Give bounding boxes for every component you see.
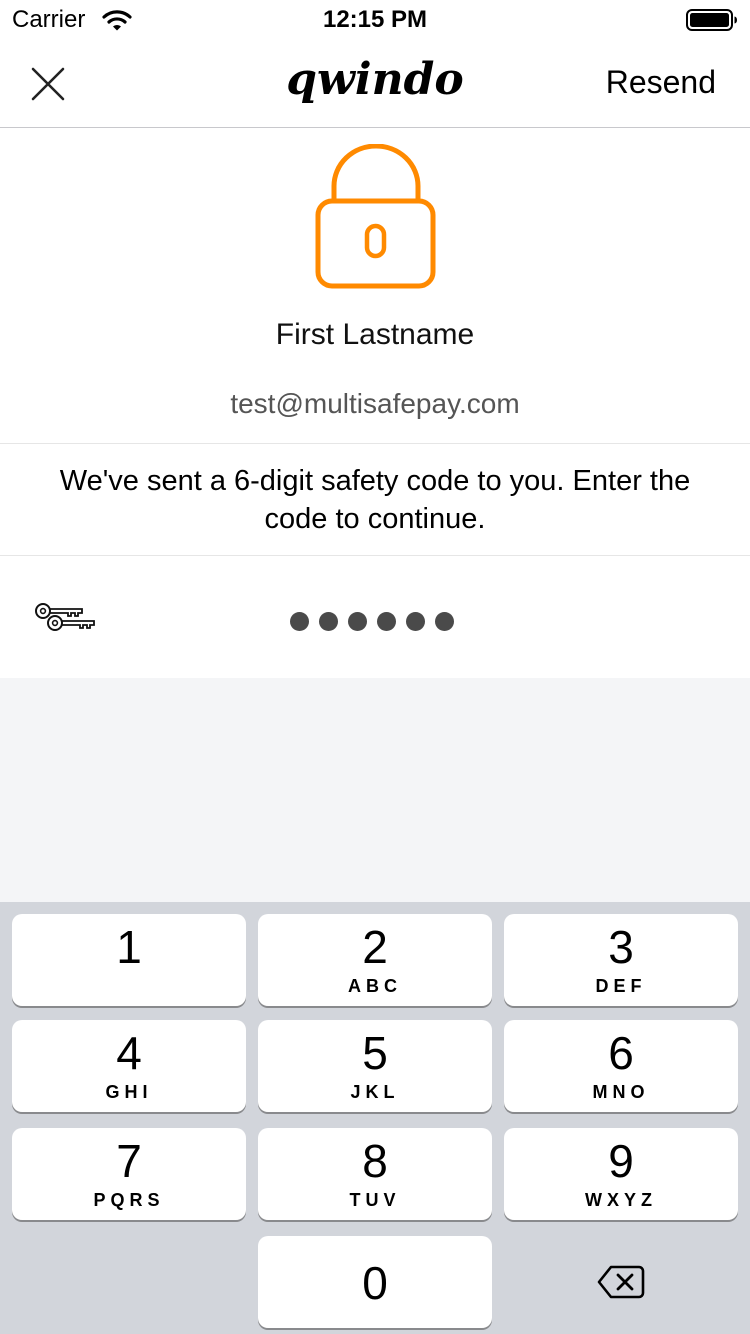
key-digit: 9 [608,1135,634,1187]
key-letters: PQRS [93,1190,165,1210]
key-1[interactable]: 1 [12,914,246,1006]
key-4[interactable]: 4 GHI [12,1020,246,1112]
key-3[interactable]: 3 DEF [504,914,738,1006]
key-letters: DEF [595,976,647,996]
instruction-text: We've sent a 6-digit safety code to you.… [59,465,691,535]
screen: Carrier 12:15 PM qwindo Resend First Las… [0,0,750,1334]
code-digit-dot [319,612,338,631]
code-digit-dot [348,612,367,631]
lock-icon [315,144,436,289]
key-0[interactable]: 0 [258,1236,492,1328]
divider [0,555,750,556]
key-letters: GHI [105,1082,153,1102]
code-digit-dot [406,612,425,631]
key-2[interactable]: 2 ABC [258,914,492,1006]
key-digit: 5 [362,1027,388,1079]
battery-icon [686,9,737,31]
key-digit: 4 [116,1027,142,1079]
key-7[interactable]: 7 PQRS [12,1128,246,1220]
key-digit: 1 [116,921,142,973]
keys-icon [35,603,95,631]
key-digit: 6 [608,1027,634,1079]
key-letters: JKL [350,1082,400,1102]
nav-bar: qwindo Resend [0,40,750,128]
code-digit-dot [377,612,396,631]
key-letters: ABC [348,976,402,996]
resend-button[interactable]: Resend [606,64,716,101]
user-name: First Lastname [275,318,475,351]
code-digit-dot [435,612,454,631]
key-digit: 2 [362,921,388,973]
key-6[interactable]: 6 MNO [504,1020,738,1112]
key-5[interactable]: 5 JKL [258,1020,492,1112]
key-digit: 3 [608,921,634,973]
key-digit: 7 [116,1135,142,1187]
content-spacer [0,678,750,902]
key-9[interactable]: 9 WXYZ [504,1128,738,1220]
key-8[interactable]: 8 TUV [258,1128,492,1220]
code-input[interactable] [290,612,454,631]
divider [0,443,750,444]
key-digit: 0 [362,1257,388,1309]
code-digit-dot [290,612,309,631]
key-letters: TUV [349,1190,401,1210]
key-letters: MNO [592,1082,650,1102]
key-letters: WXYZ [585,1190,657,1210]
numeric-keypad: 1 2 ABC 3 DEF 4 GHI 5 JKL 6 MNO 7 PQRS 8 [0,902,750,1334]
user-email: test@multisafepay.com [230,388,520,419]
backspace-icon [597,1265,645,1299]
status-time: 12:15 PM [322,6,428,33]
key-digit: 8 [362,1135,388,1187]
delete-button[interactable] [504,1236,738,1328]
status-bar: Carrier 12:15 PM [0,0,750,40]
